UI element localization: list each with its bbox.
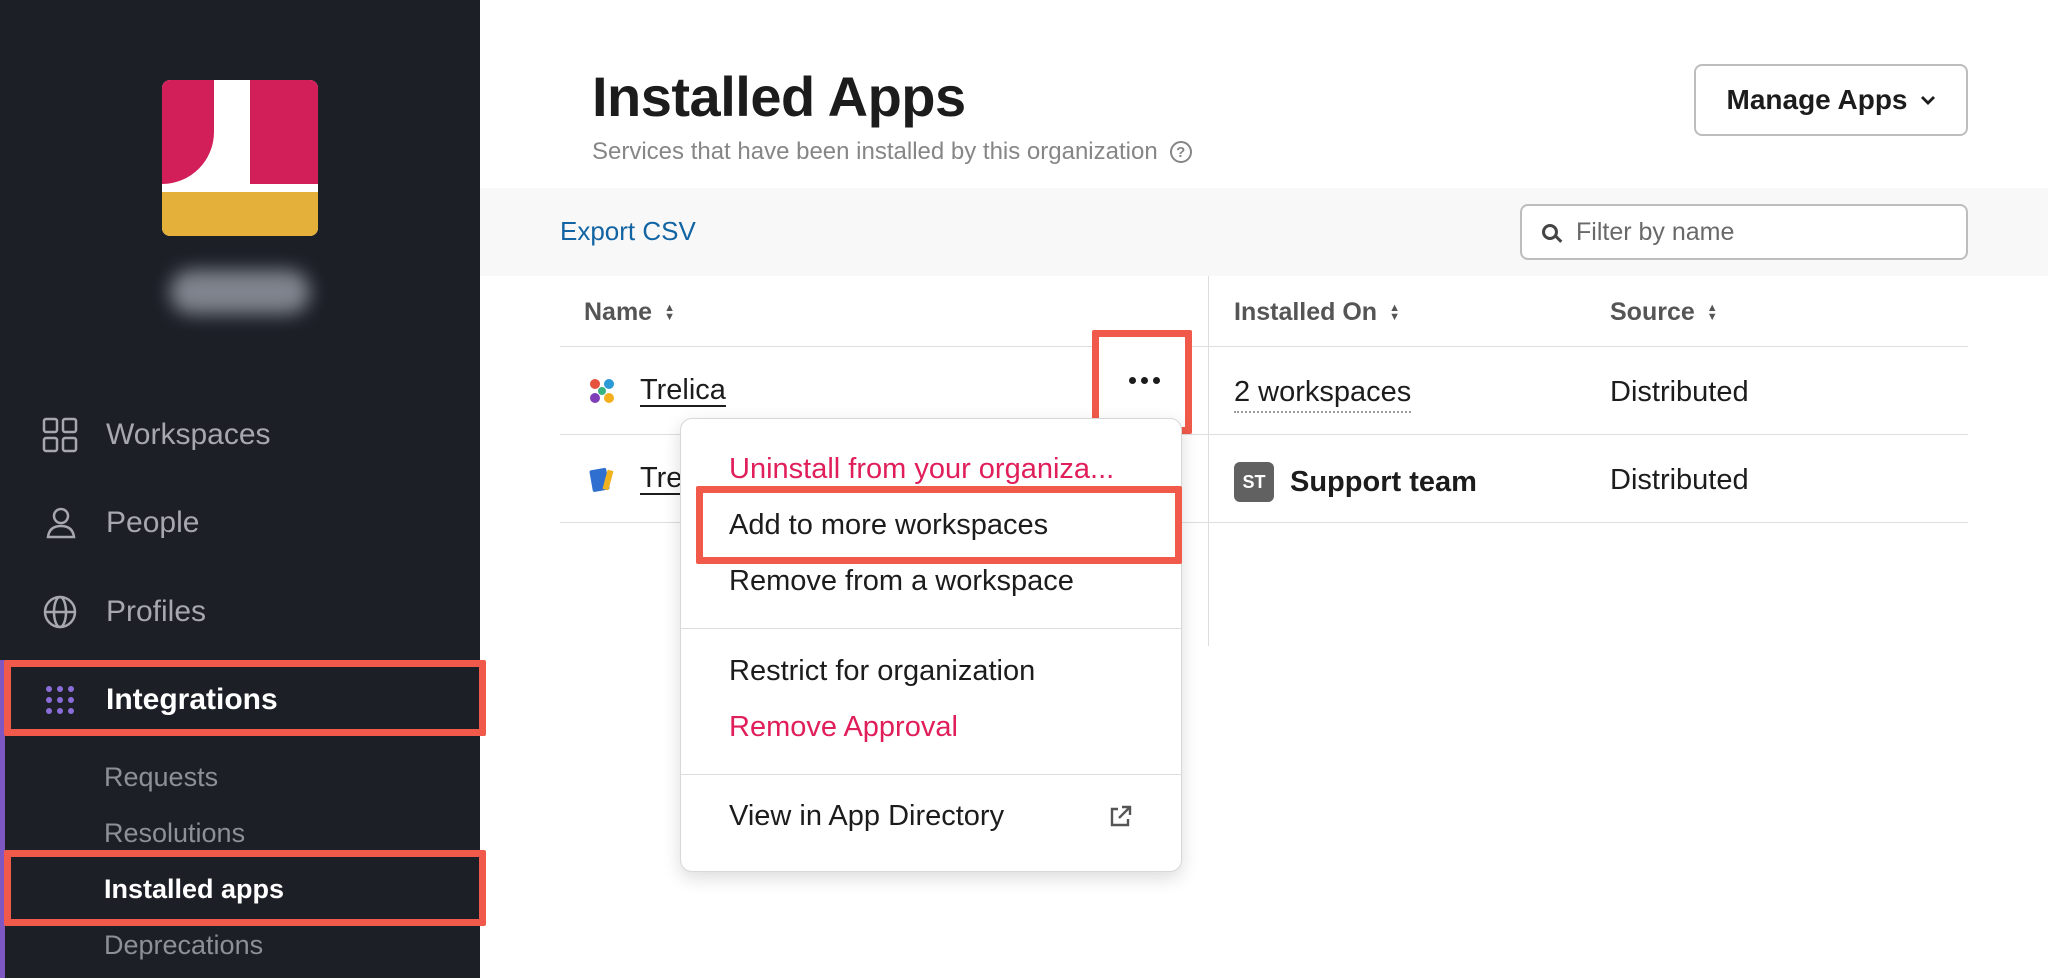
- sidebar-subitem-deprecations[interactable]: Deprecations: [104, 930, 263, 961]
- highlight-installed-apps: [4, 850, 486, 926]
- sidebar: Workspaces People Profiles Integrations: [0, 0, 486, 978]
- installed-on-link[interactable]: 2 workspaces: [1234, 376, 1412, 413]
- app-name-link[interactable]: Tre: [640, 462, 682, 495]
- source-value: Distributed: [1610, 464, 1749, 496]
- external-link-icon: [1110, 805, 1132, 827]
- sidebar-item-people[interactable]: People: [40, 493, 199, 553]
- subtitle-text: Services that have been installed by thi…: [592, 138, 1158, 165]
- sidebar-item-label: People: [106, 506, 200, 539]
- export-csv-link[interactable]: Export CSV: [560, 216, 696, 247]
- menu-item-view-directory[interactable]: View in App Directory: [729, 800, 1004, 833]
- highlight-integrations: [4, 660, 486, 736]
- filter-placeholder: Filter by name: [1576, 217, 1735, 246]
- sidebar-item-label: Workspaces: [106, 418, 271, 451]
- menu-divider: [681, 628, 1181, 629]
- manage-apps-button[interactable]: Manage Apps: [1694, 64, 1968, 136]
- menu-item-remove-approval[interactable]: Remove Approval: [729, 711, 958, 744]
- globe-icon: [40, 592, 80, 632]
- menu-divider: [681, 774, 1181, 775]
- grid-icon: [40, 415, 80, 455]
- help-icon[interactable]: ?: [1169, 141, 1192, 163]
- sort-icon: ▲ ▼: [1389, 301, 1400, 323]
- menu-item-uninstall[interactable]: Uninstall from your organiza...: [729, 453, 1114, 486]
- book-app-icon: [589, 467, 614, 492]
- menu-item-restrict[interactable]: Restrict for organization: [729, 655, 1035, 688]
- manage-apps-label: Manage Apps: [1726, 84, 1908, 115]
- sort-icon: ▲ ▼: [664, 301, 675, 323]
- app-name-link[interactable]: Trelica: [640, 374, 726, 407]
- filter-input[interactable]: Filter by name: [1520, 204, 1968, 260]
- installed-on-team: ST Support team: [1234, 462, 1477, 502]
- team-name: Support team: [1290, 465, 1477, 498]
- team-avatar: ST: [1234, 462, 1274, 502]
- sidebar-item-label: Profiles: [106, 595, 207, 628]
- chevron-down-icon: [1920, 96, 1935, 105]
- column-header-installed-on[interactable]: Installed On ▲ ▼: [1234, 298, 1400, 327]
- sidebar-item-workspaces[interactable]: Workspaces: [40, 405, 271, 465]
- sidebar-subitem-resolutions[interactable]: Resolutions: [104, 818, 245, 849]
- source-value: Distributed: [1610, 376, 1749, 408]
- column-header-name[interactable]: Name ▲ ▼: [584, 298, 675, 327]
- page-title: Installed Apps: [592, 65, 966, 128]
- search-icon: [1542, 224, 1558, 240]
- column-divider: [1208, 276, 1209, 646]
- page-subtitle: Services that have been installed by thi…: [592, 138, 1192, 166]
- org-name-blurred: [170, 270, 310, 314]
- person-icon: [40, 503, 80, 543]
- row-divider: [560, 346, 1968, 347]
- column-header-source[interactable]: Source ▲ ▼: [1610, 298, 1718, 327]
- sidebar-subitem-requests[interactable]: Requests: [104, 762, 218, 793]
- trelica-app-icon: [590, 379, 614, 403]
- sidebar-item-profiles[interactable]: Profiles: [40, 582, 206, 642]
- highlight-add-to-workspaces: [696, 486, 1182, 564]
- org-logo: [162, 80, 318, 236]
- sort-icon: ▲ ▼: [1706, 301, 1718, 323]
- menu-item-remove-from-workspace[interactable]: Remove from a workspace: [729, 565, 1074, 598]
